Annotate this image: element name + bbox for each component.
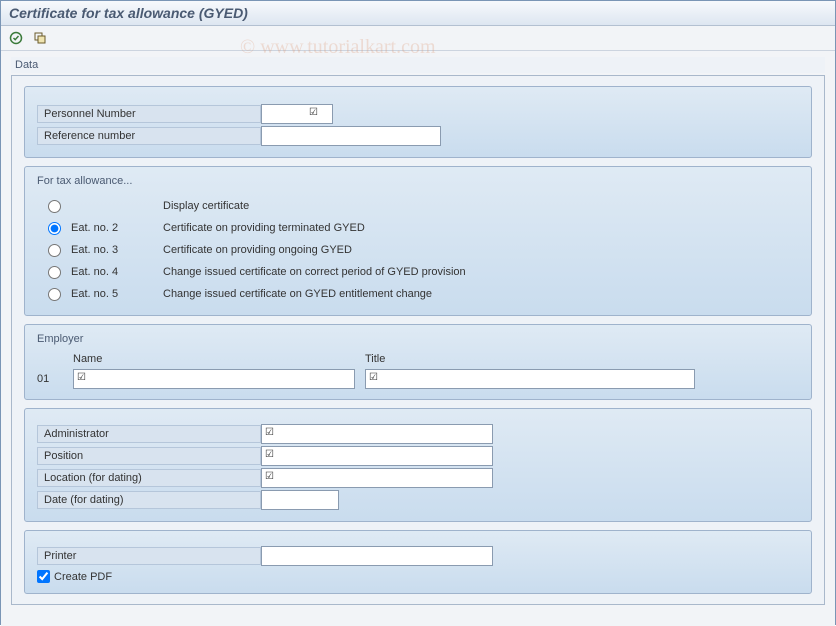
execute-icon <box>9 31 23 45</box>
administrator-label: Administrator <box>37 425 261 443</box>
tax-option-row: Eat. no. 5Change issued certificate on G… <box>37 283 799 305</box>
employer-row-number: 01 <box>37 373 73 385</box>
date-input[interactable] <box>261 490 339 510</box>
content-area: Data Personnel Number ☑ Reference number <box>1 51 835 626</box>
printer-panel: Printer Create PDF <box>24 530 812 594</box>
tax-option-radio[interactable] <box>48 244 61 257</box>
tax-option-row: Display certificate <box>37 195 799 217</box>
tax-option-label: Certificate on providing terminated GYED <box>163 222 365 234</box>
execute-button[interactable] <box>7 29 25 47</box>
location-label: Location (for dating) <box>37 469 261 487</box>
date-label: Date (for dating) <box>37 491 261 509</box>
employer-name-input[interactable] <box>73 369 355 389</box>
tax-allowance-title: For tax allowance... <box>37 175 799 187</box>
location-input[interactable] <box>261 468 493 488</box>
tax-option-code: Eat. no. 3 <box>71 244 163 256</box>
administrator-panel: Administrator ☑ Position ☑ <box>24 408 812 522</box>
title-bar: Certificate for tax allowance (GYED) <box>1 1 835 26</box>
personnel-number-label: Personnel Number <box>37 105 261 123</box>
variant-button[interactable] <box>31 29 49 47</box>
tax-allowance-panel: For tax allowance... Display certificate… <box>24 166 812 316</box>
administrator-input[interactable] <box>261 424 493 444</box>
create-pdf-label[interactable]: Create PDF <box>54 571 112 583</box>
variant-icon <box>33 31 47 45</box>
tax-option-radio[interactable] <box>48 200 61 213</box>
reference-number-label: Reference number <box>37 127 261 145</box>
tax-option-radio[interactable] <box>48 222 61 235</box>
tax-option-label: Display certificate <box>163 200 249 212</box>
tax-option-row: Eat. no. 4Change issued certificate on c… <box>37 261 799 283</box>
window-title: Certificate for tax allowance (GYED) <box>9 5 248 21</box>
personnel-number-input[interactable] <box>261 104 333 124</box>
data-group: Personnel Number ☑ Reference number For … <box>11 75 825 605</box>
employer-name-header: Name <box>73 353 365 365</box>
tax-option-code: Eat. no. 5 <box>71 288 163 300</box>
create-pdf-checkbox[interactable] <box>37 570 50 583</box>
employer-title-header: Title <box>365 353 385 365</box>
tax-option-code: Eat. no. 4 <box>71 266 163 278</box>
employer-title-input[interactable] <box>365 369 695 389</box>
printer-input[interactable] <box>261 546 493 566</box>
tax-option-label: Certificate on providing ongoing GYED <box>163 244 352 256</box>
group-title: Data <box>11 57 825 73</box>
printer-label: Printer <box>37 547 261 565</box>
tax-option-row: Eat. no. 3Certificate on providing ongoi… <box>37 239 799 261</box>
employer-title: Employer <box>37 333 799 345</box>
position-input[interactable] <box>261 446 493 466</box>
reference-number-input[interactable] <box>261 126 441 146</box>
tax-option-row: Eat. no. 2Certificate on providing termi… <box>37 217 799 239</box>
position-label: Position <box>37 447 261 465</box>
tax-option-label: Change issued certificate on correct per… <box>163 266 466 278</box>
personnel-panel: Personnel Number ☑ Reference number <box>24 86 812 158</box>
tax-option-label: Change issued certificate on GYED entitl… <box>163 288 432 300</box>
tax-option-radio[interactable] <box>48 288 61 301</box>
toolbar <box>1 26 835 51</box>
employer-panel: Employer Name Title 01 ☑ <box>24 324 812 400</box>
tax-option-code: Eat. no. 2 <box>71 222 163 234</box>
tax-option-radio[interactable] <box>48 266 61 279</box>
